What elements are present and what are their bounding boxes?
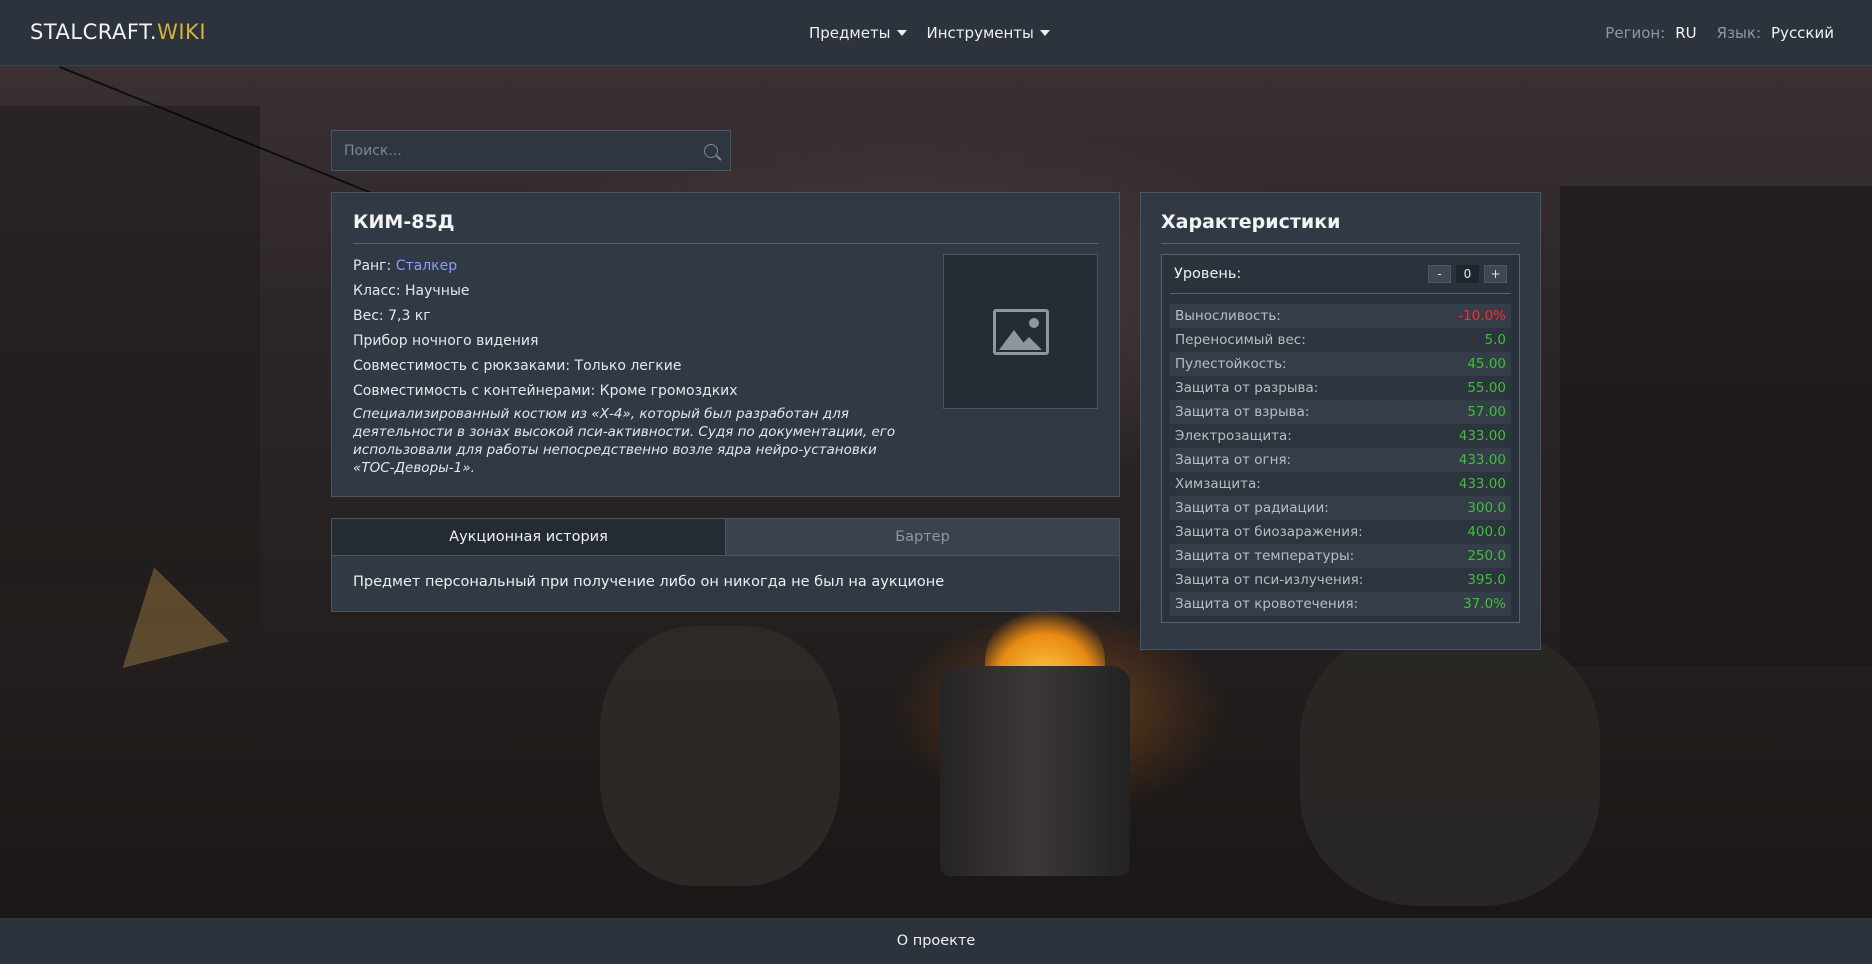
search-box	[331, 130, 731, 171]
bg-barrel	[940, 666, 1130, 876]
level-stepper: - 0 +	[1428, 265, 1507, 283]
rank-value: Сталкер	[395, 258, 458, 274]
bg-ruins-left	[0, 106, 260, 626]
stat-list: Выносливость: -10.0% Переносимый вес: 5.0 Пу…	[1170, 304, 1511, 616]
nav-items-label: Предметы	[809, 24, 891, 42]
item-class: Класс: Научные	[353, 283, 470, 299]
stat-row: Электрозащита: 433.00	[1170, 424, 1511, 448]
header-settings: Регион: RU Язык: Русский	[1605, 24, 1834, 42]
stat-row: Защита от радиации: 300.0	[1170, 496, 1511, 520]
stat-value: 395.0	[1467, 572, 1506, 588]
stat-name: Защита от разрыва:	[1175, 380, 1319, 396]
stat-value: 55.00	[1467, 380, 1506, 396]
item-feature: Прибор ночного видения	[353, 333, 539, 349]
site-logo[interactable]: STALCRAFT.WIKI	[30, 20, 206, 44]
stats-box: Уровень: - 0 + Выносливость: -10.0% Перено…	[1161, 254, 1520, 623]
stat-name: Переносимый вес:	[1175, 332, 1306, 348]
level-increase-button[interactable]: +	[1484, 265, 1507, 283]
stat-value: 5.0	[1484, 332, 1506, 348]
logo-main-text: STALCRAFT.	[30, 20, 158, 44]
tab-content-text: Предмет персональный при получение либо …	[353, 574, 945, 590]
logo-accent-text: WIKI	[157, 20, 207, 44]
item-title: КИМ-85Д	[353, 211, 1098, 244]
stat-value: 45.00	[1467, 356, 1506, 372]
stat-name: Защита от биозаражения:	[1175, 524, 1363, 540]
stat-value: 250.0	[1467, 548, 1506, 564]
stat-name: Защита от радиации:	[1175, 500, 1329, 516]
stat-value: 37.0%	[1463, 596, 1506, 612]
stat-row: Защита от пси-излучения: 395.0	[1170, 568, 1511, 592]
item-rank: Ранг: Сталкер	[353, 254, 913, 279]
stat-value: -10.0%	[1458, 308, 1506, 324]
stat-value: 433.00	[1458, 452, 1506, 468]
level-value: 0	[1456, 265, 1479, 283]
stat-row: Защита от биозаражения: 400.0	[1170, 520, 1511, 544]
stat-name: Защита от взрыва:	[1175, 404, 1310, 420]
stat-name: Пулестойкость:	[1175, 356, 1287, 372]
item-description: Специализированный костюм из «Х-4», кото…	[353, 406, 896, 476]
stat-value: 57.00	[1467, 404, 1506, 420]
bg-stalker-right	[1300, 626, 1600, 906]
search-icon[interactable]	[704, 143, 718, 158]
level-decrease-button[interactable]: -	[1428, 265, 1451, 283]
footer: О проекте	[0, 918, 1872, 964]
stat-value: 433.00	[1458, 476, 1506, 492]
language-label: Язык:	[1716, 24, 1762, 42]
stats-title: Характеристики	[1161, 211, 1520, 244]
stat-name: Выносливость:	[1175, 308, 1281, 324]
tab-barter[interactable]: Бартер	[725, 519, 1119, 555]
stat-name: Электрозащита:	[1175, 428, 1292, 444]
item-container-compat: Совместимость с контейнерами: Кроме гром…	[353, 383, 738, 399]
item-weight: Вес: 7,3 кг	[353, 308, 431, 324]
region-label: Регион:	[1605, 24, 1666, 42]
image-placeholder-icon	[992, 308, 1049, 355]
level-row: Уровень: - 0 +	[1170, 263, 1511, 294]
top-header: STALCRAFT.WIKI Предметы Инструменты Реги…	[0, 0, 1872, 66]
stat-name: Защита от кровотечения:	[1175, 596, 1359, 612]
bg-stalker-left	[600, 626, 840, 886]
language-selector[interactable]: Русский	[1771, 24, 1834, 42]
stat-row: Защита от разрыва: 55.00	[1170, 376, 1511, 400]
stat-row: Пулестойкость: 45.00	[1170, 352, 1511, 376]
item-body: Ранг: Сталкер Класс: Научные Вес: 7,3 кг…	[353, 254, 1098, 477]
item-backpack-compat: Совместимость с рюкзаками: Только легкие	[353, 358, 682, 374]
stat-row: Защита от кровотечения: 37.0%	[1170, 592, 1511, 616]
stat-row: Химзащита: 433.00	[1170, 472, 1511, 496]
nav-items-menu[interactable]: Предметы	[809, 24, 907, 42]
nav-tools-menu[interactable]: Инструменты	[927, 24, 1050, 42]
stat-row: Выносливость: -10.0%	[1170, 304, 1511, 328]
stat-value: 300.0	[1467, 500, 1506, 516]
item-image	[943, 254, 1098, 409]
stat-name: Защита от пси-излучения:	[1175, 572, 1364, 588]
tab-auction-history[interactable]: Аукционная история	[332, 519, 725, 555]
history-tabs-panel: Аукционная история Бартер Предмет персон…	[331, 518, 1120, 612]
stats-panel: Характеристики Уровень: - 0 + Выносливос…	[1140, 192, 1541, 650]
about-link[interactable]: О проекте	[897, 933, 976, 949]
stat-value: 433.00	[1458, 428, 1506, 444]
stat-row: Защита от температуры: 250.0	[1170, 544, 1511, 568]
stat-name: Защита от температуры:	[1175, 548, 1355, 564]
chevron-down-icon	[896, 30, 907, 36]
chevron-down-icon	[1039, 30, 1050, 36]
stat-row: Защита от взрыва: 57.00	[1170, 400, 1511, 424]
nav-tools-label: Инструменты	[926, 24, 1034, 42]
item-properties: Ранг: Сталкер Класс: Научные Вес: 7,3 кг…	[353, 254, 913, 477]
main-nav: Предметы Инструменты	[809, 24, 1050, 42]
tab-bar: Аукционная история Бартер	[332, 519, 1119, 556]
stat-value: 400.0	[1467, 524, 1506, 540]
stat-name: Защита от огня:	[1175, 452, 1292, 468]
stat-name: Химзащита:	[1175, 476, 1261, 492]
stat-row: Переносимый вес: 5.0	[1170, 328, 1511, 352]
region-selector[interactable]: RU	[1675, 24, 1696, 42]
rank-label: Ранг:	[353, 258, 392, 274]
search-input[interactable]	[344, 142, 704, 159]
item-info-panel: КИМ-85Д Ранг: Сталкер Класс: Научные Вес…	[331, 192, 1120, 497]
level-label: Уровень:	[1174, 266, 1242, 282]
stat-row: Защита от огня: 433.00	[1170, 448, 1511, 472]
